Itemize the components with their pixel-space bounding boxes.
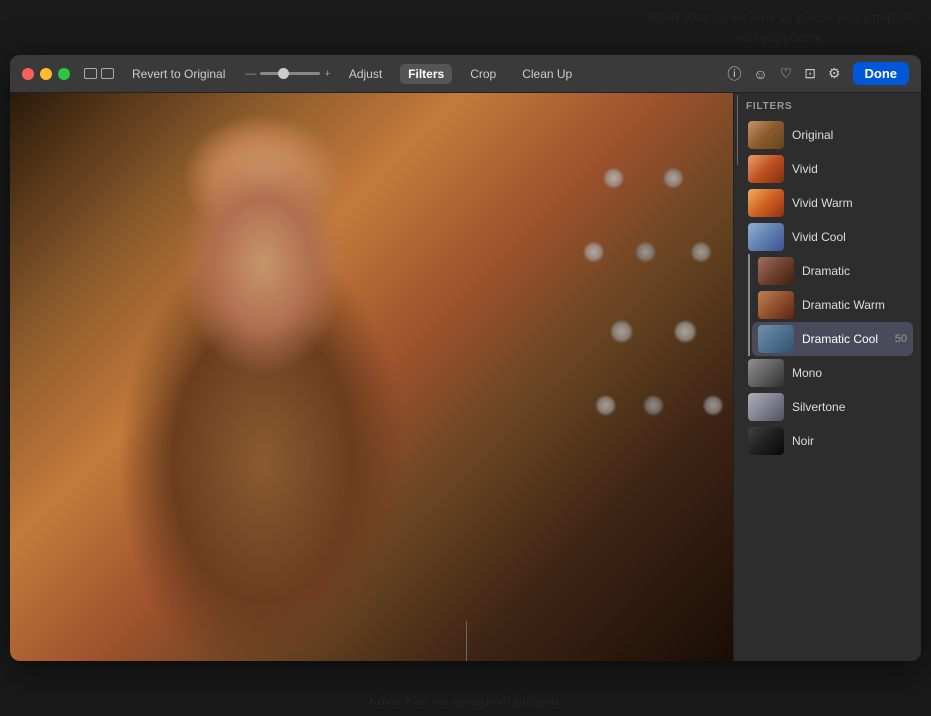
filter-item-vivid[interactable]: Vivid [742,152,913,186]
annotation-top-text: Κάντε κλικ για να δείτε τα φίλτρα που μπ… [648,10,914,45]
minimize-button[interactable] [40,68,52,80]
main-content: FILTERS Original Vivid Vivid Warm Vivid Coo… [10,93,921,661]
emoji-icon-button[interactable]: ☺ [751,64,769,84]
photo-area [10,93,733,661]
filter-item-vivid-warm[interactable]: Vivid Warm [742,186,913,220]
filter-thumb-dramatic-warm [758,291,794,319]
heart-icon-button[interactable]: ♡ [778,63,795,84]
slider-control[interactable]: — + [245,68,330,80]
done-button[interactable]: Done [853,62,910,85]
annotation-line-top [737,95,738,165]
filter-label-dramatic-cool: Dramatic Cool [802,332,887,346]
share-icon-button[interactable]: ⊡ [802,63,818,84]
filter-thumb-noir [748,427,784,455]
settings-icon-button[interactable]: ⚙ [826,63,843,84]
filter-label-mono: Mono [792,366,907,380]
toolbar-right-icons: ⓘ ☺ ♡ ⊡ ⚙ [725,62,842,86]
close-button[interactable] [22,68,34,80]
filters-list[interactable]: Original Vivid Vivid Warm Vivid Cool Dramati… [734,118,921,661]
filters-header: FILTERS [734,93,921,118]
filter-thumb-vivid-warm [748,189,784,217]
filter-label-silvertone: Silvertone [792,400,907,414]
filter-thumb-vivid [748,155,784,183]
filter-label-vivid-warm: Vivid Warm [792,196,907,210]
filter-value-dramatic-cool: 50 [895,333,907,345]
background-pattern [335,93,733,661]
filter-item-dramatic-cool[interactable]: Dramatic Cool 50 [752,322,913,356]
filter-label-vivid-cool: Vivid Cool [792,230,907,244]
view-toggle[interactable] [84,68,114,79]
filter-item-original[interactable]: Original [742,118,913,152]
filter-thumb-dramatic [758,257,794,285]
filter-label-dramatic-warm: Dramatic Warm [802,298,907,312]
cleanup-button[interactable]: Clean Up [514,64,580,84]
filter-item-mono[interactable]: Mono [742,356,913,390]
titlebar: Revert to Original — + Adjust Filters Cr… [10,55,921,93]
filter-thumb-vivid-cool [748,223,784,251]
filter-label-vivid: Vivid [792,162,907,176]
info-icon-button[interactable]: ⓘ [725,62,743,86]
filter-label-original: Original [792,128,907,142]
filter-thumb-silvertone [748,393,784,421]
photo-image [10,93,733,661]
filter-item-vivid-cool[interactable]: Vivid Cool [742,220,913,254]
filter-thumb-mono [748,359,784,387]
filter-label-noir: Noir [792,434,907,448]
filter-item-dramatic-warm[interactable]: Dramatic Warm [752,288,913,322]
fullscreen-button[interactable] [58,68,70,80]
dramatic-filter-group: Dramatic Dramatic Warm Dramatic Cool 50 [748,254,913,356]
adjust-button[interactable]: Adjust [341,64,390,84]
filter-item-silvertone[interactable]: Silvertone [742,390,913,424]
filter-thumb-original [748,121,784,149]
crop-button[interactable]: Crop [462,64,504,84]
filters-sidebar: FILTERS Original Vivid Vivid Warm Vivid Coo… [733,93,921,661]
filter-item-noir[interactable]: Noir [742,424,913,458]
filter-label-dramatic: Dramatic [802,264,907,278]
revert-button[interactable]: Revert to Original [124,64,233,84]
filters-button[interactable]: Filters [400,64,452,84]
annotation-top: Κάντε κλικ για να δείτε τα φίλτρα που μπ… [641,8,921,47]
annotation-line-bottom [466,621,467,661]
annotation-bottom: Κάντε κλικ για εφαρμογή φίλτρου. [369,693,562,708]
traffic-lights [22,68,70,80]
filter-item-dramatic[interactable]: Dramatic [752,254,913,288]
annotation-bottom-text: Κάντε κλικ για εφαρμογή φίλτρου. [369,693,562,708]
app-window: Revert to Original — + Adjust Filters Cr… [10,55,921,661]
filter-thumb-dramatic-cool [758,325,794,353]
